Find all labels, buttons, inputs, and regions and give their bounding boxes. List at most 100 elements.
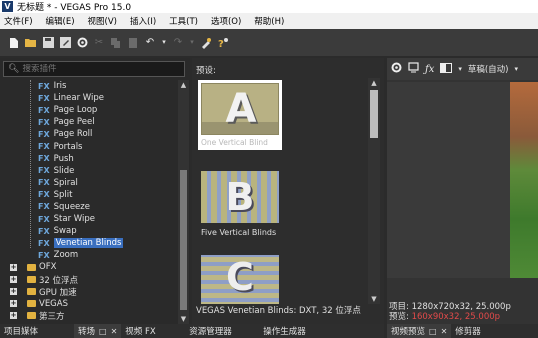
open-icon[interactable] (25, 37, 37, 49)
redo-icon[interactable]: ↷ (172, 37, 184, 49)
tree-item-page-roll[interactable]: FX Page Roll (0, 128, 178, 140)
plugin-tree: FX Iris FX Linear Wipe FX Page Loop FX Page … (0, 80, 178, 324)
tab-explorer[interactable]: 资源管理器 (185, 324, 259, 338)
fx-icon: FX (38, 142, 50, 152)
expand-plus-icon[interactable]: + (10, 276, 17, 284)
expand-plus-icon[interactable]: + (10, 312, 17, 320)
presets-header: 预设: (196, 66, 216, 76)
menu-help[interactable]: 帮助(H) (254, 15, 284, 27)
preview-info-line: 预览: 160x90x32, 25.000p (389, 312, 511, 322)
preview-quality-select[interactable]: 草稿(自动) (468, 63, 509, 75)
undo-icon[interactable]: ↶ (144, 37, 156, 49)
tab-label: 视频预览 (391, 327, 426, 337)
split-screen-icon[interactable] (440, 62, 453, 76)
scrollbar-thumb[interactable] (180, 170, 187, 310)
tree-item-push[interactable]: FX Push (0, 153, 178, 165)
scroll-down-icon[interactable]: ▼ (368, 294, 380, 304)
preset-five-vertical-blinds[interactable]: B Five Vertical Blinds (198, 168, 282, 237)
thumbnail-letter: A (225, 86, 257, 132)
cut-icon[interactable]: ✂ (93, 37, 105, 49)
svg-text:?: ? (218, 39, 224, 49)
preview-label: 预览: (389, 312, 409, 322)
plugin-search-input[interactable] (22, 64, 173, 74)
presets-scrollbar[interactable]: ▲ ▼ (368, 78, 380, 304)
menu-edit[interactable]: 编辑(E) (46, 15, 75, 27)
tree-item-label: Linear Wipe (53, 93, 104, 104)
paste-icon[interactable] (127, 37, 139, 49)
folder-icon (27, 263, 36, 271)
preview-frame-image (510, 82, 538, 278)
fx-icon: FX (38, 105, 50, 115)
menu-tools[interactable]: 工具(T) (169, 15, 198, 27)
tab-generated-media[interactable]: 操作生成器 (259, 324, 310, 338)
undo-dropdown-icon[interactable]: ▾ (161, 37, 167, 49)
menu-file[interactable]: 文件(F) (4, 15, 33, 27)
tree-scrollbar[interactable]: ▲ ▼ (178, 80, 189, 324)
preview-device-icon[interactable] (408, 62, 419, 76)
tree-category-third-party[interactable]: + 第三方 (0, 310, 178, 322)
undock-icon[interactable]: □ (429, 327, 437, 336)
close-icon[interactable]: ✕ (441, 327, 448, 336)
preset-item[interactable]: C (198, 252, 282, 304)
plugin-search-box[interactable]: 🔍︎ (3, 61, 185, 77)
scroll-up-icon[interactable]: ▲ (368, 78, 380, 88)
video-fx-icon[interactable]: ƒx (425, 64, 434, 75)
tree-item-squeeze[interactable]: FX Squeeze (0, 201, 178, 213)
tree-item-portals[interactable]: FX Portals (0, 140, 178, 152)
preset-one-vertical-blind[interactable]: A One Vertical Blind (198, 80, 282, 150)
quality-dropdown-icon[interactable]: ▾ (458, 65, 462, 73)
tree-item-label: Zoom (53, 250, 79, 261)
expand-plus-icon[interactable]: + (10, 263, 17, 271)
scroll-down-icon[interactable]: ▼ (178, 314, 189, 324)
tree-item-page-peel[interactable]: FX Page Peel (0, 116, 178, 128)
bottom-tab-bar-left: 项目媒体 转场 □ ✕ 视频 FX 资源管理器 操作生成器 (0, 324, 384, 338)
tree-category-32bit-float[interactable]: +32 位浮点 (0, 274, 178, 286)
expand-plus-icon[interactable]: + (10, 300, 17, 308)
tree-item-zoom[interactable]: FX Zoom (0, 249, 178, 261)
tree-item-spiral[interactable]: FX Spiral (0, 177, 178, 189)
fx-icon: FX (38, 190, 50, 200)
tree-category-ofx[interactable]: + OFX (0, 261, 178, 273)
tab-video-fx[interactable]: 视频 FX (121, 324, 185, 338)
tree-item-venetian-blinds[interactable]: FX Venetian Blinds (0, 237, 178, 249)
project-value: 1280x720x32, 25.000p (411, 302, 511, 312)
tree-item-page-loop[interactable]: FX Page Loop (0, 104, 178, 116)
tree-category-label: VEGAS (39, 298, 68, 309)
tree-category-gpu[interactable]: + GPU 加速 (0, 286, 178, 298)
copy-icon[interactable] (110, 37, 122, 49)
tab-video-preview[interactable]: 视频预览 □ ✕ (387, 324, 452, 338)
preset-thumbnail: C (201, 255, 279, 304)
settings-icon[interactable] (76, 37, 88, 49)
tab-project-media[interactable]: 项目媒体 (0, 324, 74, 338)
menu-options[interactable]: 选项(O) (211, 15, 241, 27)
menu-view[interactable]: 视图(V) (88, 15, 117, 27)
quality-chevron-down-icon[interactable]: ▾ (515, 65, 519, 73)
expand-plus-icon[interactable]: + (10, 288, 17, 296)
preset-list: A One Vertical Blind B Five Vertical Bli… (192, 78, 366, 304)
folder-icon (27, 312, 36, 320)
preview-settings-icon[interactable] (391, 62, 402, 76)
tab-transitions[interactable]: 转场 □ ✕ (74, 324, 122, 338)
folder-icon (27, 288, 36, 296)
tree-category-vegas[interactable]: + VEGAS (0, 298, 178, 310)
tab-trimmer[interactable]: 修剪器 (451, 324, 485, 338)
scroll-up-icon[interactable]: ▲ (178, 80, 189, 90)
tree-item-star-wipe[interactable]: FX Star Wipe (0, 213, 178, 225)
save-icon[interactable] (42, 37, 54, 49)
redo-dropdown-icon[interactable]: ▾ (189, 37, 195, 49)
tree-item-swap[interactable]: FX Swap (0, 225, 178, 237)
new-icon[interactable] (8, 37, 20, 49)
tree-item-slide[interactable]: FX Slide (0, 165, 178, 177)
tree-item-iris[interactable]: FX Iris (0, 80, 178, 92)
menu-insert[interactable]: 插入(I) (130, 15, 156, 27)
scrollbar-thumb[interactable] (370, 90, 378, 138)
thumbnail-letter: C (226, 255, 254, 299)
close-icon[interactable]: ✕ (111, 327, 118, 336)
tree-item-linear-wipe[interactable]: FX Linear Wipe (0, 92, 178, 104)
save-as-icon[interactable] (59, 37, 71, 49)
help-icon[interactable]: ? (217, 37, 229, 49)
fx-icon: FX (38, 166, 50, 176)
tree-item-split[interactable]: FX Split (0, 189, 178, 201)
undock-icon[interactable]: □ (99, 327, 107, 336)
snap-icon[interactable] (200, 37, 212, 49)
